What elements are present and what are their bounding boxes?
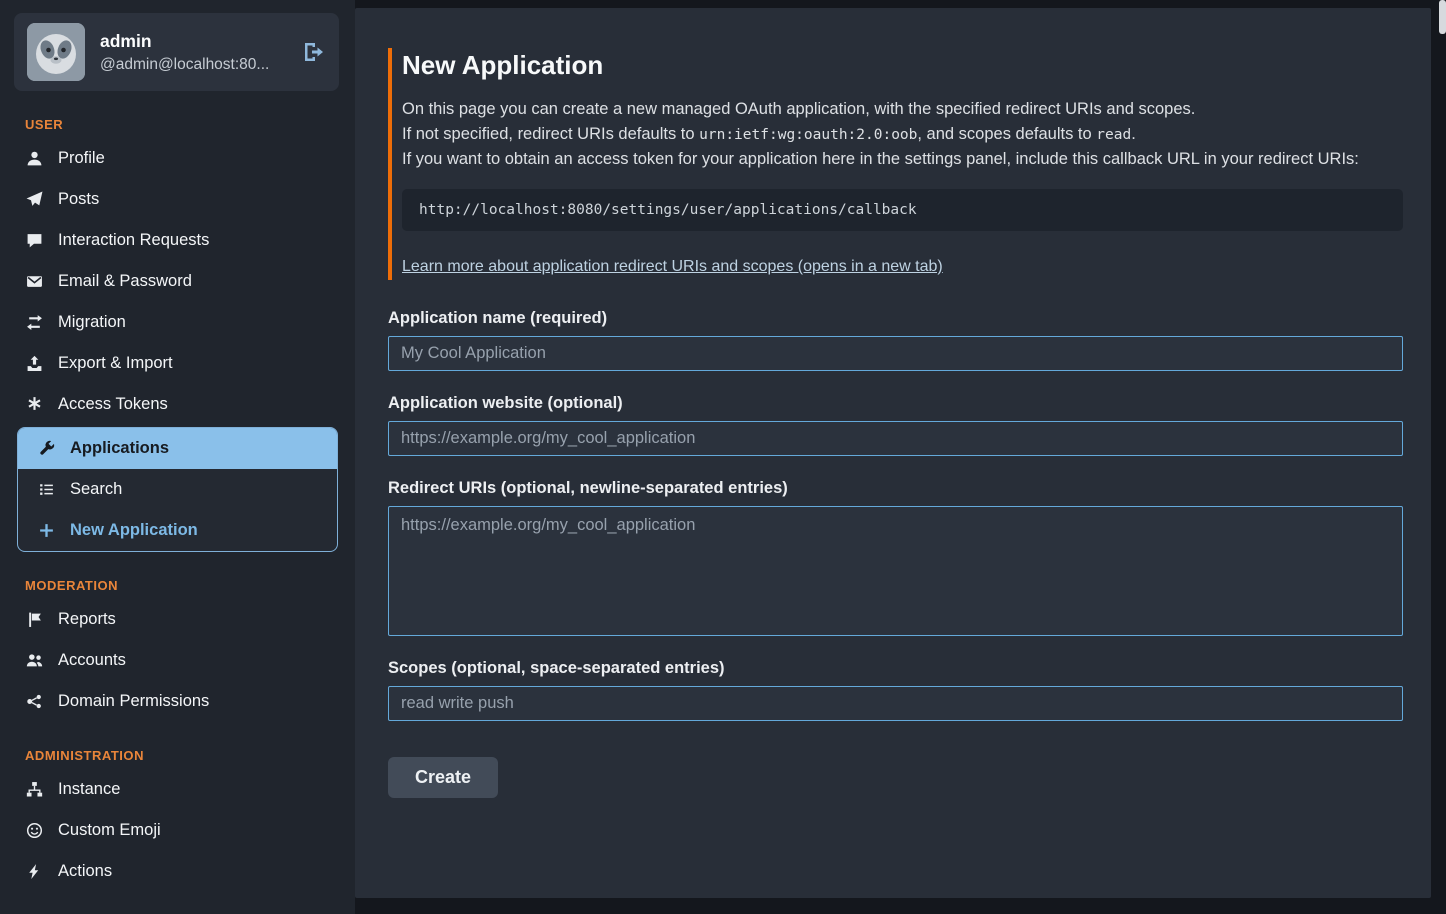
user-icon (25, 150, 44, 167)
scrollbar-thumb[interactable] (1439, 0, 1446, 34)
content-panel: New Application On this page you can cre… (355, 8, 1431, 898)
sidebar-item-label: Actions (58, 862, 112, 881)
text-segment: If not specified, redirect URIs defaults… (402, 125, 699, 143)
application-website-input[interactable] (388, 421, 1403, 456)
application-website-label: Application website (optional) (388, 394, 1403, 413)
field-application-name: Application name (required) (388, 309, 1403, 371)
user-handle: @admin@localhost:80... (100, 56, 287, 74)
user-card[interactable]: admin @admin@localhost:80... (14, 13, 339, 91)
page-title: New Application (402, 50, 1403, 81)
sidebar-item-label: Profile (58, 149, 105, 168)
text-segment: . (1131, 125, 1136, 143)
sidebar-item-label: Search (70, 480, 122, 499)
sidebar-item-new-application[interactable]: New Application (18, 510, 337, 551)
sitemap-icon (25, 781, 44, 798)
application-name-label: Application name (required) (388, 309, 1403, 328)
intro-line-3: If you want to obtain an access token fo… (402, 147, 1403, 172)
sidebar-item-label: New Application (70, 521, 198, 540)
field-redirect-uris: Redirect URIs (optional, newline-separat… (388, 479, 1403, 636)
sidebar-item-label: Applications (70, 439, 169, 458)
sidebar-item-email-password[interactable]: Email & Password (0, 261, 355, 302)
scopes-input[interactable] (388, 686, 1403, 721)
flag-icon (25, 611, 44, 628)
user-meta: admin @admin@localhost:80... (100, 31, 287, 74)
sidebar-item-label: Access Tokens (58, 395, 168, 414)
sidebar-item-label: Reports (58, 610, 116, 629)
sidebar-item-accounts[interactable]: Accounts (0, 640, 355, 681)
sidebar-item-export-import[interactable]: Export & Import (0, 343, 355, 384)
sign-out-icon[interactable] (302, 40, 326, 64)
redirect-uris-textarea[interactable] (388, 506, 1403, 636)
sidebar-item-label: Accounts (58, 651, 126, 670)
field-application-website: Application website (optional) (388, 394, 1403, 456)
sidebar-nav-user: Profile Posts Interaction Requests Email… (0, 138, 355, 552)
sloth-avatar-image (27, 23, 85, 81)
inline-code-oob: urn:ietf:wg:oauth:2.0:oob (699, 127, 917, 143)
sidebar-item-label: Posts (58, 190, 99, 209)
certificate-icon (25, 396, 44, 413)
list-icon (37, 481, 56, 498)
sidebar-item-applications[interactable]: Applications (18, 428, 337, 469)
tools-icon (37, 440, 56, 457)
network-icon (25, 693, 44, 710)
transfer-arrows-icon (25, 314, 44, 331)
sidebar-item-label: Email & Password (58, 272, 192, 291)
sidebar-item-profile[interactable]: Profile (0, 138, 355, 179)
scopes-label: Scopes (optional, space-separated entrie… (388, 659, 1403, 678)
bolt-icon (25, 863, 44, 880)
sidebar-item-label: Instance (58, 780, 120, 799)
redirect-uris-label: Redirect URIs (optional, newline-separat… (388, 479, 1403, 498)
avatar (27, 23, 85, 81)
sidebar-item-interaction-requests[interactable]: Interaction Requests (0, 220, 355, 261)
smiley-icon (25, 822, 44, 839)
user-name: admin (100, 31, 287, 52)
sidebar-item-label: Domain Permissions (58, 692, 209, 711)
sidebar-item-posts[interactable]: Posts (0, 179, 355, 220)
intro-block: New Application On this page you can cre… (388, 48, 1403, 280)
sidebar-item-access-tokens[interactable]: Access Tokens (0, 384, 355, 425)
sidebar-item-instance[interactable]: Instance (0, 769, 355, 810)
text-segment: , and scopes defaults to (917, 125, 1096, 143)
comment-icon (25, 232, 44, 249)
sidebar-item-reports[interactable]: Reports (0, 599, 355, 640)
plus-icon (37, 522, 56, 539)
new-application-form: Application name (required) Application … (388, 309, 1403, 798)
section-label-user: USER (25, 117, 330, 132)
field-scopes: Scopes (optional, space-separated entrie… (388, 659, 1403, 721)
create-button[interactable]: Create (388, 757, 498, 798)
users-icon (25, 652, 44, 669)
docs-link[interactable]: Learn more about application redirect UR… (402, 258, 943, 276)
intro-line-2: If not specified, redirect URIs defaults… (402, 122, 1403, 148)
sidebar-item-domain-permissions[interactable]: Domain Permissions (0, 681, 355, 722)
applications-group: Applications Search New Application (17, 427, 338, 552)
export-icon (25, 355, 44, 372)
sidebar-nav-moderation: Reports Accounts Domain Permissions (0, 599, 355, 722)
sidebar-item-custom-emoji[interactable]: Custom Emoji (0, 810, 355, 851)
sidebar-item-actions[interactable]: Actions (0, 851, 355, 892)
envelope-icon (25, 273, 44, 290)
main-area: New Application On this page you can cre… (355, 0, 1446, 914)
sidebar-item-label: Interaction Requests (58, 231, 209, 250)
page-scrollbar[interactable] (1439, 0, 1446, 914)
paper-plane-icon (25, 191, 44, 208)
sidebar-item-label: Custom Emoji (58, 821, 161, 840)
application-name-input[interactable] (388, 336, 1403, 371)
sidebar-item-label: Export & Import (58, 354, 173, 373)
section-label-administration: ADMINISTRATION (25, 748, 330, 763)
sidebar-item-migration[interactable]: Migration (0, 302, 355, 343)
intro-line-1: On this page you can create a new manage… (402, 97, 1403, 122)
inline-code-read: read (1096, 127, 1131, 143)
sidebar-item-label: Migration (58, 313, 126, 332)
callback-url-code: http://localhost:8080/settings/user/appl… (402, 189, 1403, 231)
section-label-moderation: MODERATION (25, 578, 330, 593)
sidebar-item-applications-search[interactable]: Search (18, 469, 337, 510)
sidebar-nav-administration: Instance Custom Emoji Actions (0, 769, 355, 892)
sidebar: admin @admin@localhost:80... USER Profil… (0, 0, 355, 914)
